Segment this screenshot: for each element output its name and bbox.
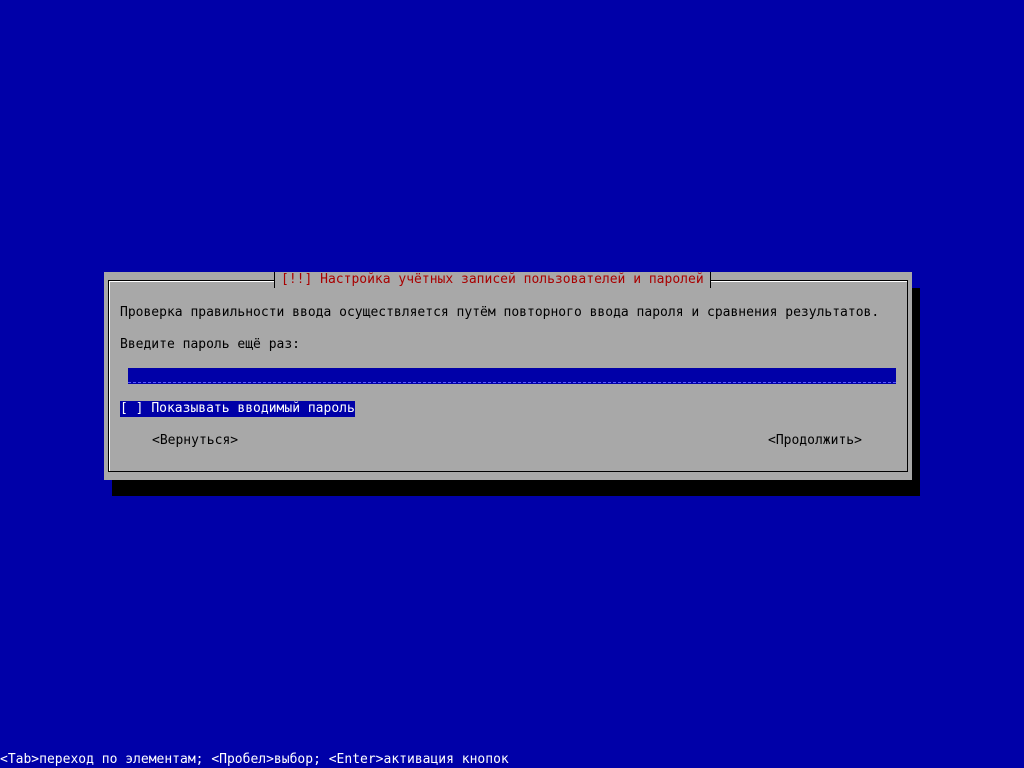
help-bar: <Tab>переход по элементам; <Пробел>выбор… <box>0 752 509 767</box>
checkbox-label: Показывать вводимый пароль <box>151 401 355 416</box>
continue-button[interactable]: <Продолжить> <box>768 433 862 449</box>
password-dialog: [!!] Настройка учётных записей пользоват… <box>104 272 912 480</box>
password-prompt: Введите пароль ещё раз: <box>120 337 301 352</box>
password-confirm-input[interactable] <box>120 368 896 384</box>
show-password-checkbox[interactable]: [ ] Показывать вводимый пароль <box>120 401 355 417</box>
text-cursor <box>120 368 128 384</box>
back-button[interactable]: <Вернуться> <box>152 433 238 449</box>
dialog-title: [!!] Настройка учётных записей пользоват… <box>274 272 711 288</box>
dialog-description: Проверка правильности ввода осуществляет… <box>120 305 880 320</box>
input-underline <box>128 382 896 383</box>
checkbox-mark: [ ] <box>120 401 144 416</box>
